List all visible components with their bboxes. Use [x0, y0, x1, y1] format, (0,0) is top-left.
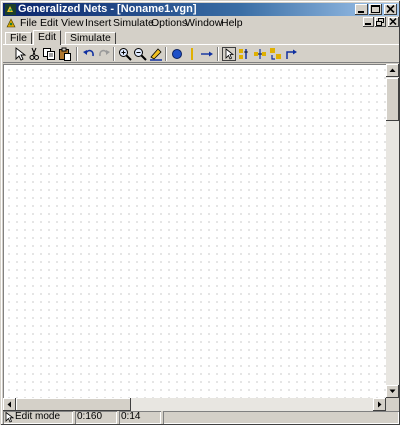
- scroll-corner: [386, 398, 399, 411]
- scroll-right-button[interactable]: [373, 398, 386, 411]
- toolbar-separator: [113, 47, 115, 61]
- status-bar: Edit mode 0:160 0:14: [3, 411, 399, 424]
- place-icon: [172, 49, 182, 59]
- scroll-down-button[interactable]: [386, 385, 399, 398]
- pointer-button[interactable]: [222, 47, 236, 61]
- title-bar[interactable]: Generalized Nets - [Noname1.vgn]: [3, 3, 399, 16]
- vertical-scroll-thumb[interactable]: [386, 78, 399, 121]
- pointer-icon: [222, 47, 236, 61]
- arc-icon: [201, 51, 213, 57]
- zoom-in-button[interactable]: [118, 47, 132, 61]
- menu-insert[interactable]: Insert: [85, 17, 111, 29]
- status-y-coordinate: 0:14: [119, 411, 161, 424]
- copy-icon: [43, 48, 55, 60]
- close-icon: [386, 5, 395, 13]
- rotate-button[interactable]: [284, 47, 298, 61]
- arrow-left-icon: [7, 401, 11, 408]
- document-icon[interactable]: [5, 17, 17, 29]
- close-icon: [389, 18, 397, 26]
- distribute-button[interactable]: [253, 47, 267, 61]
- rotate-icon: [286, 49, 297, 59]
- toolbar-separator: [165, 47, 167, 61]
- redo-button[interactable]: [97, 47, 111, 61]
- undo-button[interactable]: [82, 47, 96, 61]
- status-mode-text: Edit mode: [15, 411, 61, 422]
- status-x-coordinate: 0:160: [75, 411, 117, 424]
- toolbar-separator: [217, 47, 219, 61]
- menu-bar: File Edit View Insert Simulate Options W…: [3, 16, 399, 30]
- transition-icon: [191, 48, 193, 60]
- cut-button[interactable]: [27, 47, 41, 61]
- mdi-restore-button[interactable]: [375, 17, 386, 27]
- menu-help[interactable]: Help: [221, 17, 243, 29]
- edit-toolbar: [3, 44, 399, 63]
- copy-button[interactable]: [42, 47, 56, 61]
- minimize-icon: [358, 11, 364, 13]
- net-editor-canvas[interactable]: [3, 64, 386, 398]
- menu-options[interactable]: Options: [151, 17, 187, 29]
- minimize-icon: [365, 23, 371, 25]
- arrow-up-icon: [389, 68, 396, 72]
- tab-file[interactable]: File: [5, 32, 32, 44]
- app-window: Generalized Nets - [Noname1.vgn] File Ed…: [0, 0, 400, 425]
- status-mode: Edit mode: [3, 411, 73, 424]
- arrow-right-icon: [378, 401, 382, 408]
- scroll-up-button[interactable]: [386, 64, 399, 77]
- redo-icon: [99, 49, 110, 57]
- zoom-in-icon: [119, 48, 132, 61]
- gn-app-icon[interactable]: [5, 4, 16, 15]
- tab-simulate[interactable]: Simulate: [65, 32, 116, 44]
- place-tool-button[interactable]: [170, 47, 184, 61]
- minimize-button[interactable]: [355, 4, 368, 15]
- zoom-out-icon: [134, 48, 147, 61]
- tab-edit[interactable]: Edit: [33, 30, 62, 45]
- menu-view[interactable]: View: [61, 17, 84, 29]
- close-button[interactable]: [384, 4, 397, 15]
- arc-tool-button[interactable]: [200, 47, 214, 61]
- maximize-button[interactable]: [369, 4, 382, 15]
- undo-icon: [83, 49, 94, 57]
- group-icon: [270, 48, 281, 60]
- menu-simulate[interactable]: Simulate: [113, 17, 154, 29]
- mdi-minimize-button[interactable]: [363, 17, 374, 27]
- paste-icon: [59, 47, 71, 61]
- scroll-left-button[interactable]: [3, 398, 16, 411]
- menu-window[interactable]: Window: [185, 17, 222, 29]
- ribbon-tabs: File Edit Simulate: [3, 30, 399, 45]
- pen-icon: [150, 48, 162, 61]
- transition-tool-button[interactable]: [185, 47, 199, 61]
- cut-icon: [29, 47, 39, 60]
- vertical-scrollbar[interactable]: [386, 64, 399, 398]
- group-button[interactable]: [269, 47, 283, 61]
- distribute-icon: [254, 49, 266, 59]
- zoom-out-button[interactable]: [133, 47, 147, 61]
- horizontal-scroll-thumb[interactable]: [16, 398, 131, 411]
- maximize-icon: [371, 5, 380, 13]
- mdi-close-button[interactable]: [388, 17, 399, 27]
- horizontal-scrollbar[interactable]: [3, 398, 386, 411]
- select-arrow-icon: [5, 412, 14, 423]
- select-arrow-icon: [15, 47, 27, 61]
- status-panel: [163, 411, 399, 424]
- window-title: Generalized Nets - [Noname1.vgn]: [18, 3, 197, 15]
- pen-button[interactable]: [149, 47, 163, 61]
- select-tool-button[interactable]: [13, 47, 27, 61]
- menu-file[interactable]: File: [20, 17, 37, 29]
- menu-edit[interactable]: Edit: [40, 17, 58, 29]
- arrow-down-icon: [389, 389, 396, 393]
- toolbar-separator: [76, 47, 78, 61]
- align-icon: [239, 49, 248, 59]
- paste-button[interactable]: [58, 47, 72, 61]
- align-button[interactable]: [237, 47, 251, 61]
- restore-icon: [376, 18, 384, 26]
